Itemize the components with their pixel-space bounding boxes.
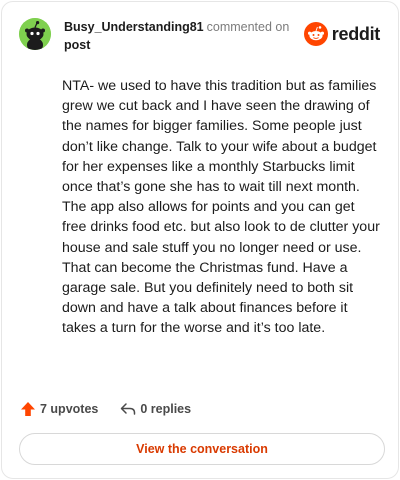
view-conversation-button[interactable]: View the conversation — [19, 433, 385, 465]
avatar[interactable] — [19, 18, 51, 50]
reddit-logo[interactable]: reddit — [303, 21, 381, 47]
upvote-arrow-icon — [21, 402, 35, 416]
reply-button[interactable]: 0 replies — [120, 401, 191, 417]
snoo-avatar-icon — [19, 18, 51, 50]
comment-body: NTA- we used to have this tradition but … — [62, 78, 380, 337]
upvote-count: 7 upvotes — [40, 402, 99, 416]
upvote-button[interactable]: 7 upvotes — [20, 401, 98, 417]
reddit-wordmark: reddit — [331, 23, 381, 44]
reddit-logo-icon — [303, 22, 328, 46]
post-link[interactable]: post — [64, 37, 90, 53]
comment-embed-card: Busy_Understanding81 commented on post re… — [1, 1, 399, 479]
username-link[interactable]: Busy_Understanding81 — [64, 20, 204, 34]
comment-meta: Busy_Understanding81 commented on post — [64, 19, 304, 54]
comment-actions: 7 upvotes 0 replies — [20, 399, 191, 419]
commented-on-label: commented on — [206, 20, 290, 34]
reply-count: 0 replies — [140, 402, 192, 416]
reply-arrow-icon — [121, 403, 136, 415]
comment-header: Busy_Understanding81 commented on post re… — [19, 18, 384, 54]
